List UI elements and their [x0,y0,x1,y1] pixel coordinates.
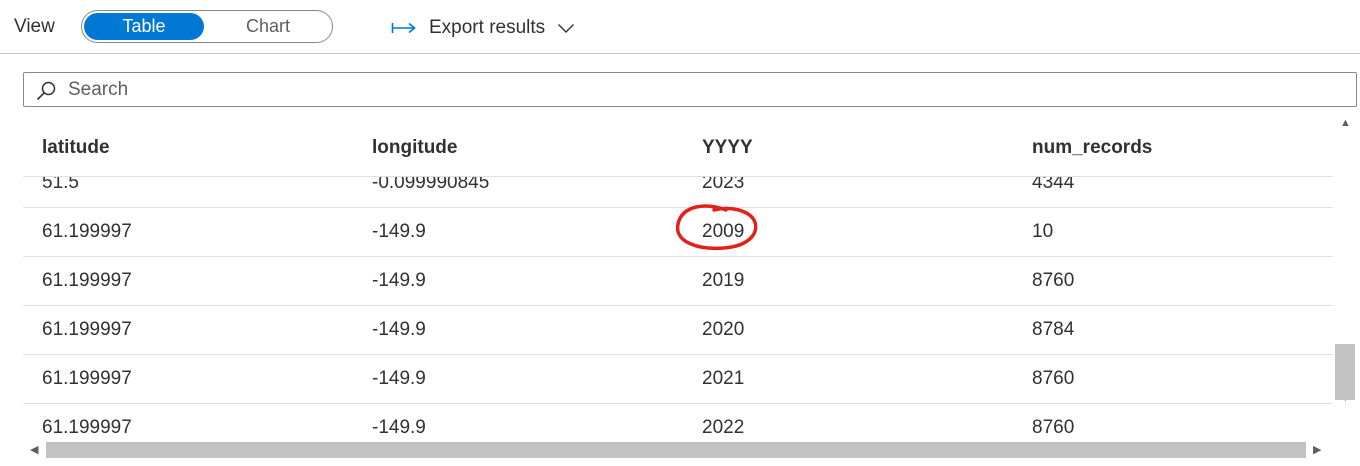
results-table: 51.5 -0.099990845 2023 4344 61.199997 -1… [23,121,1333,438]
cell-yyyy: 2009 [702,221,745,242]
table-header: latitude longitude YYYY num_records [23,121,1333,177]
scroll-right-arrow-icon[interactable]: ▶ [1313,445,1321,456]
cell-yyyy: 2021 [702,368,745,389]
table-row[interactable]: 61.199997 -149.9 2020 8784 [23,306,1333,355]
search-input[interactable] [66,74,1346,105]
cell-latitude: 61.199997 [42,319,132,340]
export-results-button[interactable]: Export results [391,14,575,42]
scroll-left-arrow-icon[interactable]: ◀ [30,445,38,456]
horizontal-scrollbar-thumb[interactable] [46,442,1306,458]
column-header-num-records[interactable]: num_records [1032,137,1152,159]
export-results-label: Export results [429,17,546,38]
cell-latitude: 61.199997 [42,368,132,389]
cell-num-records: 8760 [1032,368,1075,389]
search-icon [36,81,56,101]
view-toggle: Table Chart [81,10,333,43]
table-body: 51.5 -0.099990845 2023 4344 61.199997 -1… [23,159,1333,438]
cell-num-records: 8760 [1032,270,1075,291]
cell-longitude: -149.9 [372,368,426,389]
cell-yyyy: 2020 [702,319,745,340]
search-box [23,72,1357,107]
cell-latitude: 61.199997 [42,417,132,438]
vertical-scrollbar-thumb[interactable] [1335,344,1355,400]
scroll-up-arrow-icon[interactable]: ▲ [1340,118,1351,129]
view-toggle-table[interactable]: Table [84,13,204,40]
column-header-latitude[interactable]: latitude [42,137,110,159]
table-row[interactable]: 61.199997 -149.9 2021 8760 [23,355,1333,404]
table-row[interactable]: 61.199997 -149.9 2009 10 [23,208,1333,257]
cell-longitude: -149.9 [372,417,426,438]
cell-num-records: 10 [1032,221,1054,242]
cell-yyyy: 2019 [702,270,745,291]
view-toggle-chart[interactable]: Chart [204,13,332,40]
chevron-down-icon [558,24,575,33]
cell-num-records: 8760 [1032,417,1075,438]
view-label: View [14,16,55,37]
export-arrow-icon [391,22,416,34]
column-header-longitude[interactable]: longitude [372,137,457,159]
cell-latitude: 61.199997 [42,270,132,291]
table-row[interactable]: 61.199997 -149.9 2019 8760 [23,257,1333,306]
cell-longitude: -149.9 [372,270,426,291]
cell-longitude: -149.9 [372,221,426,242]
toolbar: View Table Chart Export results [0,0,1360,54]
cell-latitude: 61.199997 [42,221,132,242]
column-header-yyyy[interactable]: YYYY [702,137,753,159]
table-row[interactable]: 61.199997 -149.9 2022 8760 [23,404,1333,438]
cell-longitude: -149.9 [372,319,426,340]
cell-yyyy: 2022 [702,417,745,438]
cell-num-records: 8784 [1032,319,1075,340]
